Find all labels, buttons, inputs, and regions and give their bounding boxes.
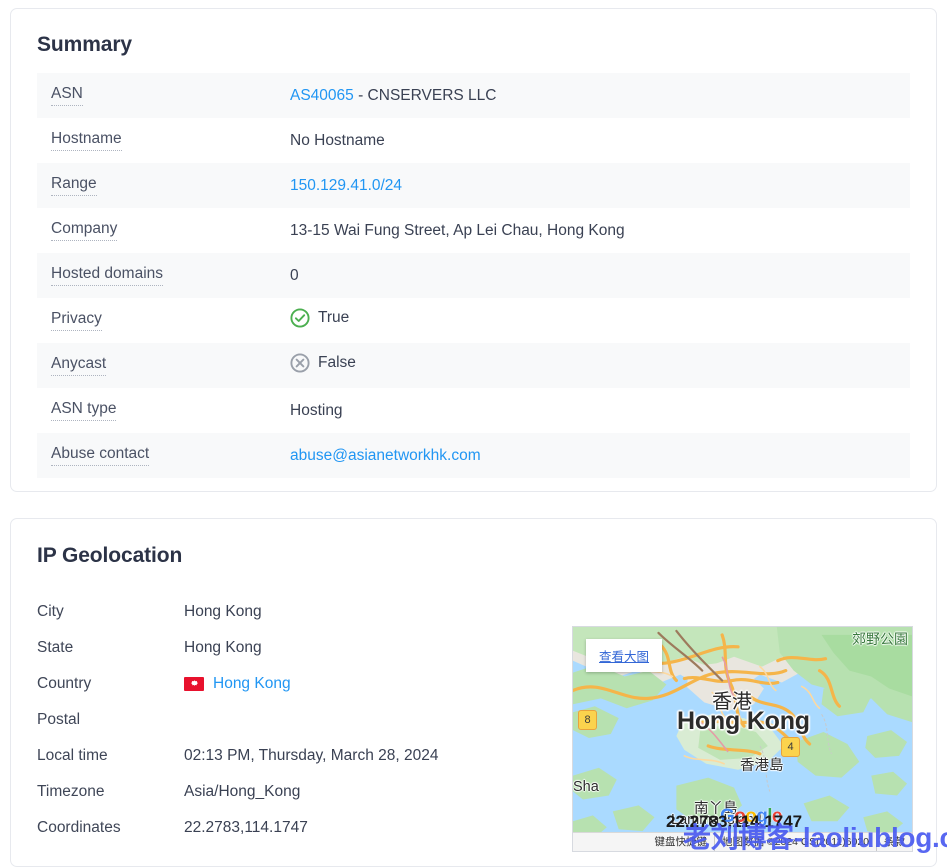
- summary-row-value: No Hostname: [290, 118, 910, 163]
- geolocation-row-label: Timezone: [37, 783, 105, 800]
- summary-label-text: Company: [51, 221, 118, 241]
- summary-table: ASN AS40065 - CNSERVERS LLC Hostname No Hos…: [37, 73, 910, 478]
- summary-row-label: Privacy: [37, 298, 290, 343]
- geolocation-row-label: City: [37, 603, 64, 620]
- summary-row-label: Range: [37, 163, 290, 208]
- summary-row: Hostname No Hostname: [37, 118, 910, 163]
- status-value: True: [290, 308, 349, 328]
- geolocation-value-text: Asia/Hong_Kong: [184, 783, 301, 800]
- geolocation-value-text: Hong Kong: [184, 639, 262, 656]
- summary-row: ASN type Hosting: [37, 388, 910, 433]
- map-label-sha: Sha: [573, 779, 599, 795]
- geolocation-title: IP Geolocation: [37, 544, 183, 567]
- value-link[interactable]: 150.129.41.0/24: [290, 177, 402, 194]
- summary-row-label: Company: [37, 208, 290, 253]
- summary-label-text: Anycast: [51, 356, 107, 376]
- summary-card: Summary ASN AS40065 - CNSERVERS LLC Hostna…: [10, 8, 937, 492]
- summary-label-text: Abuse contact: [51, 446, 150, 466]
- summary-row-label: Hostname: [37, 118, 290, 163]
- geolocation-value-text: 22.2783,114.1747: [184, 819, 308, 836]
- summary-row-value: True: [290, 298, 910, 343]
- summary-row: Abuse contact abuse@asianetworkhk.com: [37, 433, 910, 478]
- summary-row-label: Anycast: [37, 343, 290, 388]
- summary-title: Summary: [37, 33, 133, 56]
- summary-label-text: ASN: [51, 86, 83, 106]
- geolocation-row-label: Postal: [37, 711, 81, 728]
- value-text: 13-15 Wai Fung Street, Ap Lei Chau, Hong…: [290, 221, 625, 239]
- geolocation-value-text: 02:13 PM, Thursday, March 28, 2024: [184, 747, 439, 764]
- map-label-country-park: 郊野公園: [852, 631, 908, 647]
- summary-row: Anycast False: [37, 343, 910, 388]
- geolocation-value-text: Hong Kong: [184, 603, 262, 620]
- geolocation-row-value: 22.2783,114.1747: [184, 819, 308, 837]
- value-link[interactable]: abuse@asianetworkhk.com: [290, 447, 481, 464]
- summary-row: Range 150.129.41.0/24: [37, 163, 910, 208]
- value-text: Hosting: [290, 401, 343, 419]
- summary-row: Company 13-15 Wai Fung Street, Ap Lei Cha…: [37, 208, 910, 253]
- geolocation-row: Coordinates 22.2783,114.1747: [37, 810, 507, 846]
- check-circle-icon: [290, 308, 310, 328]
- geolocation-row: Country Hong Kong: [37, 666, 507, 702]
- x-circle-icon: [290, 353, 310, 373]
- hong-kong-flag-icon: [184, 677, 204, 691]
- summary-row: ASN AS40065 - CNSERVERS LLC: [37, 73, 910, 118]
- highway-shield-8-icon: 8: [578, 710, 597, 730]
- map-label-hongkong-en: Hong Kong: [677, 707, 810, 735]
- geolocation-row-label: State: [37, 639, 74, 656]
- status-label: True: [318, 309, 350, 326]
- geolocation-row: Timezone Asia/Hong_Kong: [37, 774, 507, 810]
- geolocation-list: City Hong Kong State Hong Kong Country Hong K…: [37, 594, 507, 846]
- summary-row-label: ASN: [37, 73, 290, 118]
- asn-link[interactable]: AS40065: [290, 87, 354, 104]
- view-larger-map-link[interactable]: 查看大图: [586, 639, 663, 672]
- geolocation-row-label: Local time: [37, 747, 108, 764]
- summary-row-value: 13-15 Wai Fung Street, Ap Lei Chau, Hong…: [290, 208, 910, 253]
- summary-row-value: Hosting: [290, 388, 910, 433]
- value-text: 0: [290, 266, 299, 284]
- summary-row-value: False: [290, 343, 910, 388]
- geolocation-row-label: Coordinates: [37, 819, 121, 836]
- site-watermark: 老刘博客-laoliublog.cn: [683, 822, 947, 853]
- summary-row-label: ASN type: [37, 388, 290, 433]
- summary-label-text: ASN type: [51, 401, 117, 421]
- geolocation-value-text[interactable]: Hong Kong: [213, 675, 291, 693]
- highway-shield-4-icon: 4: [781, 737, 800, 757]
- asn-org-name: - CNSERVERS LLC: [353, 86, 497, 104]
- summary-label-text: Hosted domains: [51, 266, 164, 286]
- summary-label-text: Privacy: [51, 311, 102, 331]
- status-label: False: [318, 354, 356, 371]
- summary-row-label: Hosted domains: [37, 253, 290, 298]
- geolocation-row-label: Country: [37, 675, 92, 692]
- summary-row-value: 150.129.41.0/24: [290, 163, 910, 208]
- summary-row-value: 0: [290, 253, 910, 298]
- summary-row: Hosted domains 0: [37, 253, 910, 298]
- summary-label-text: Range: [51, 176, 97, 196]
- geolocation-row-value: Hong Kong: [184, 675, 291, 693]
- geolocation-row: Local time 02:13 PM, Thursday, March 28, …: [37, 738, 507, 774]
- status-value: False: [290, 353, 356, 373]
- geolocation-row: State Hong Kong: [37, 630, 507, 666]
- summary-label-text: Hostname: [51, 131, 122, 151]
- geolocation-row: City Hong Kong: [37, 594, 507, 630]
- summary-row-value: abuse@asianetworkhk.com: [290, 433, 910, 478]
- geolocation-row-value: Asia/Hong_Kong: [184, 783, 300, 801]
- geolocation-row: Postal: [37, 702, 507, 738]
- summary-row: Privacy True: [37, 298, 910, 343]
- value-text: No Hostname: [290, 131, 385, 149]
- ipinfo-detail-page: Summary ASN AS40065 - CNSERVERS LLC Hostna…: [0, 0, 947, 867]
- summary-row-value: AS40065 - CNSERVERS LLC: [290, 73, 910, 118]
- geolocation-row-value: Hong Kong: [184, 603, 262, 621]
- geolocation-row-value: 02:13 PM, Thursday, March 28, 2024: [184, 747, 438, 765]
- geolocation-row-value: Hong Kong: [184, 639, 262, 657]
- map-label-hk-island: 香港島: [740, 758, 784, 774]
- summary-row-label: Abuse contact: [37, 433, 290, 478]
